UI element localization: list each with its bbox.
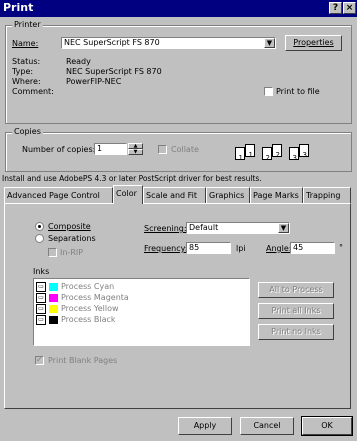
printer-ink-icon: ▭ [36, 315, 46, 325]
title-bar: Print ? × [0, 0, 357, 17]
print-to-file-checkbox[interactable] [264, 87, 273, 96]
separations-radio[interactable] [35, 234, 44, 243]
tab-color[interactable]: Color [113, 185, 143, 204]
collate-page-icon: 1 [245, 144, 255, 159]
print-blank-label: Print Blank Pages [48, 356, 118, 365]
collate-label: Collate [171, 145, 199, 154]
inks-label: Inks [33, 267, 50, 276]
printer-group-label: Printer [12, 20, 43, 29]
copies-group-label: Copies [12, 127, 43, 136]
collate-page-icon: 1 [235, 147, 245, 162]
ink-swatch [49, 283, 58, 291]
tab-trapping[interactable]: Trapping [303, 187, 351, 203]
status-label: Status: [12, 57, 41, 66]
apply-button[interactable]: Apply [178, 417, 232, 435]
frequency-unit: lpi [236, 244, 246, 253]
print-no-inks-button[interactable]: Print no Inks [258, 324, 334, 340]
number-of-copies-label: Number of copies: [22, 145, 96, 154]
tab-scale-and-fit[interactable]: Scale and Fit [143, 187, 206, 203]
collate-page-icon: 2 [272, 144, 282, 159]
screening-dropdown[interactable]: Default ▼ [186, 222, 290, 234]
angle-input[interactable]: 45 [290, 242, 335, 254]
status-value: Ready [66, 57, 91, 66]
close-button[interactable]: × [343, 2, 356, 14]
in-rip-label: In-RIP [60, 248, 84, 257]
ink-swatch [49, 294, 58, 302]
collate-page-icon: 2 [262, 147, 272, 162]
printer-ink-icon: ▭ [36, 293, 46, 303]
screening-label: Screening: [144, 224, 187, 233]
comment-label: Comment: [12, 87, 54, 96]
where-value: PowerFIP-NEC [66, 77, 122, 86]
driver-notice: Install and use AdobePS 4.3 or later Pos… [2, 174, 262, 183]
ink-swatch [49, 316, 58, 324]
tab-page-marks[interactable]: Page Marks [250, 187, 303, 203]
screening-value: Default [189, 223, 219, 232]
print-blank-checkbox[interactable]: ✓ [35, 355, 44, 365]
printer-name-label: Name: [12, 39, 39, 48]
angle-unit: ° [339, 243, 343, 252]
chevron-down-icon[interactable]: ▼ [264, 38, 275, 48]
properties-button[interactable]: Properties [285, 35, 342, 51]
cancel-button[interactable]: Cancel [240, 417, 294, 435]
collate-checkbox[interactable] [158, 145, 167, 154]
frequency-input[interactable]: 85 [186, 242, 231, 254]
ok-button[interactable]: OK [301, 416, 353, 436]
type-value: NEC SuperScript FS 870 [66, 67, 162, 76]
all-to-process-button[interactable]: All to Process [258, 282, 334, 298]
frequency-label: Frequency: [144, 244, 188, 253]
checkmark-icon: ✓ [36, 355, 43, 364]
collate-page-icon: 3 [299, 144, 309, 159]
chevron-down-icon[interactable]: ▼ [278, 223, 289, 233]
tab-graphics[interactable]: Graphics [206, 187, 250, 203]
copies-down-button[interactable]: ▼ [128, 149, 143, 155]
tab-advanced-page-control[interactable]: Advanced Page Control [4, 187, 113, 203]
type-label: Type: [12, 67, 34, 76]
composite-label: Composite [48, 222, 91, 231]
collate-page-icon: 3 [289, 147, 299, 162]
help-button[interactable]: ? [329, 2, 342, 14]
composite-radio[interactable] [35, 222, 44, 231]
ink-swatch [49, 305, 58, 313]
window-title: Print [3, 1, 34, 14]
copies-input[interactable]: 1 [94, 143, 127, 155]
printer-ink-icon: ▭ [36, 304, 46, 314]
angle-label: Angle: [266, 244, 292, 253]
in-rip-checkbox[interactable] [48, 248, 57, 257]
print-all-inks-button[interactable]: Print all Inks [258, 303, 334, 319]
separations-label: Separations [48, 234, 96, 243]
where-label: Where: [12, 77, 41, 86]
printer-ink-icon: ▭ [36, 282, 46, 292]
printer-name-value: NEC SuperScript FS 870 [64, 38, 160, 47]
printer-name-dropdown[interactable]: NEC SuperScript FS 870 ▼ [61, 37, 276, 49]
inks-listbox[interactable]: ▭ Process Cyan ▭ Process Magenta ▭ Proce… [33, 278, 250, 346]
print-to-file-label: Print to file [276, 87, 320, 96]
